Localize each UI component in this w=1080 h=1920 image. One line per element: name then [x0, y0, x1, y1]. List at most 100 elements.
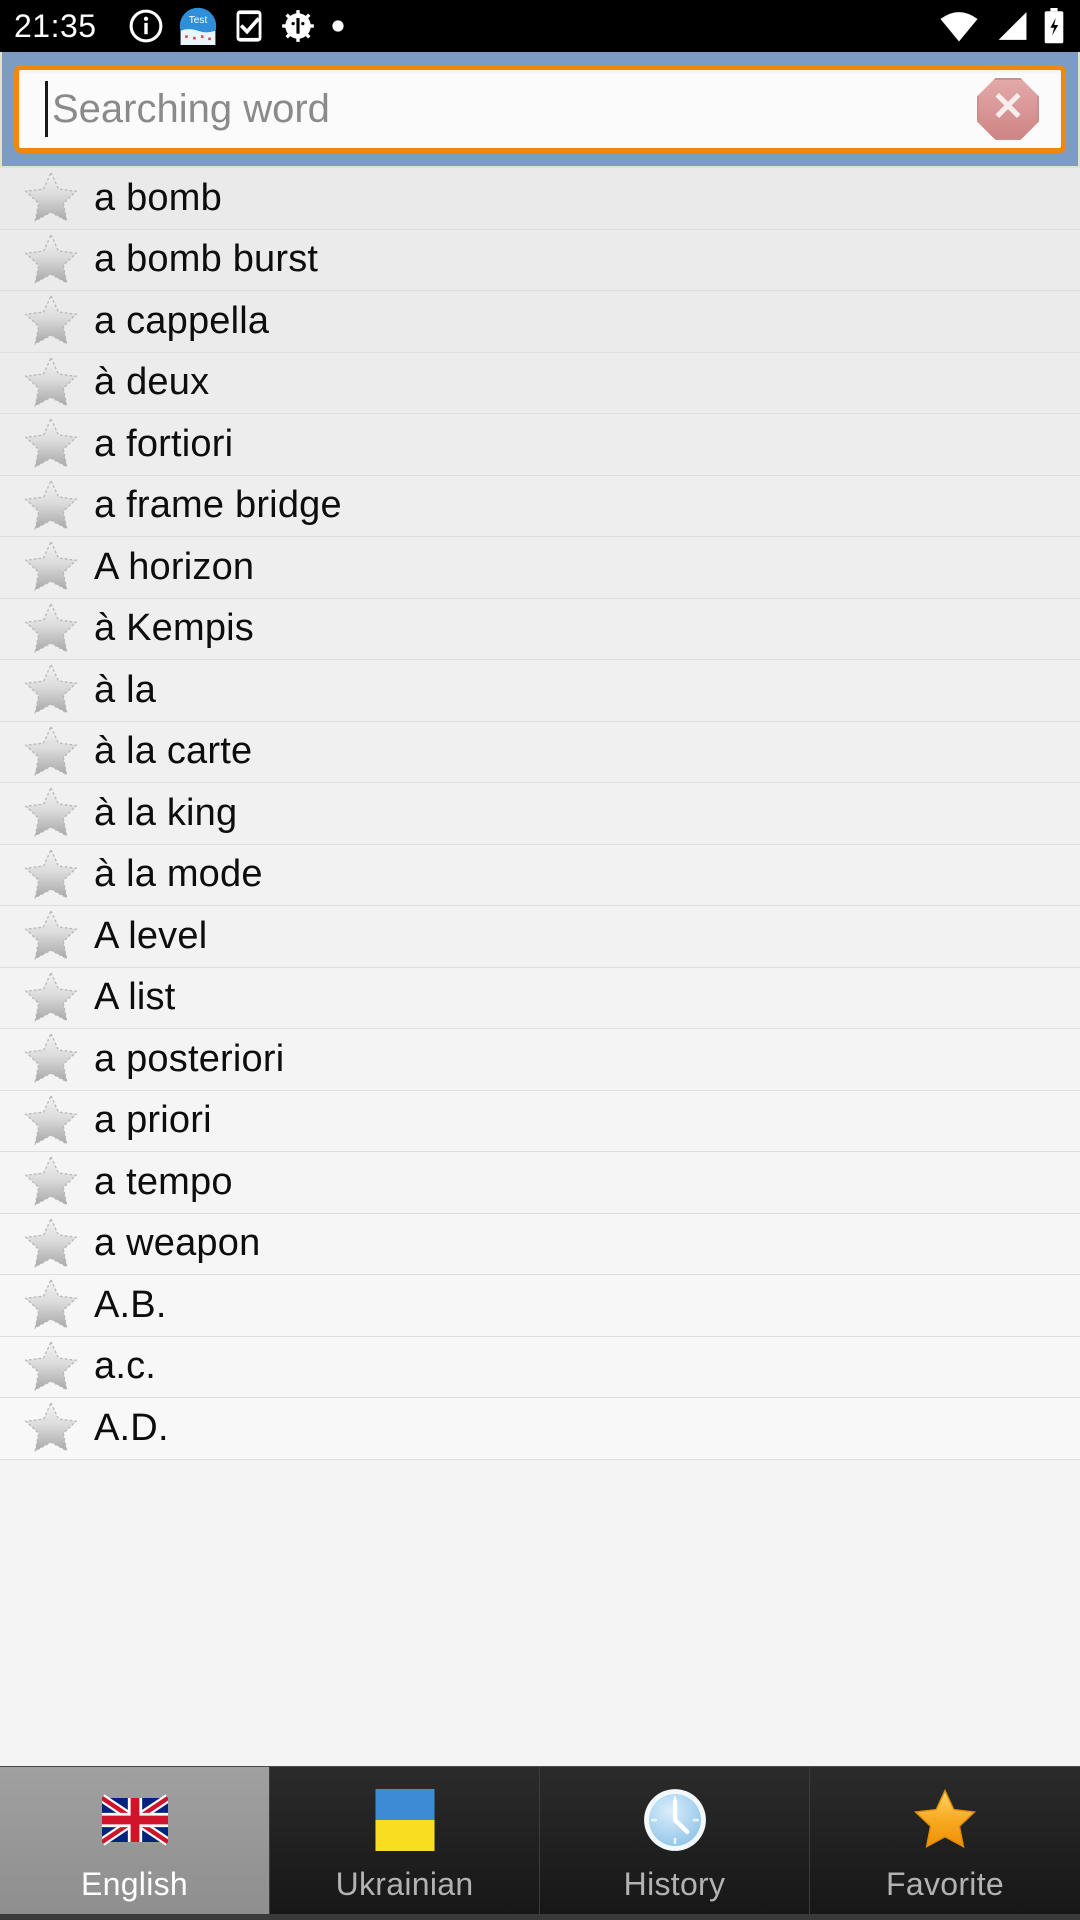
word-list-item[interactable]: A.B. [0, 1275, 1080, 1337]
star-filled-icon [913, 1788, 977, 1848]
star-outline-icon[interactable] [22, 969, 80, 1027]
tab-english[interactable]: English [0, 1767, 270, 1920]
word-list-item[interactable]: A list [0, 967, 1080, 1029]
word-list[interactable]: a bomb a bomb burst a cappella à deux a fort… [0, 168, 1080, 1766]
word-label: a fortiori [94, 422, 234, 465]
ukraine-flag-icon [369, 1784, 441, 1856]
tab-ukrainian[interactable]: Ukrainian [270, 1767, 540, 1920]
word-label: a weapon [94, 1222, 261, 1265]
tab-history[interactable]: History [540, 1767, 810, 1920]
bottom-tab-bar: English Ukrainian History Favorite [0, 1766, 1080, 1920]
star-outline-icon[interactable] [22, 907, 80, 965]
word-label: à deux [94, 361, 210, 404]
word-label: a.c. [94, 1345, 157, 1388]
cellular-signal-icon [992, 9, 1030, 43]
uk-flag-icon [99, 1784, 171, 1856]
test-app-icon: Test [179, 7, 217, 45]
clock-icon [639, 1784, 711, 1856]
word-list-item[interactable]: a.c. [0, 1336, 1080, 1398]
word-list-item[interactable]: à la [0, 660, 1080, 722]
navigation-bar-hint [0, 1914, 1080, 1920]
star-outline-icon[interactable] [22, 1153, 80, 1211]
word-list-item[interactable]: A horizon [0, 537, 1080, 599]
clear-octagon-icon: ✕ [977, 78, 1039, 140]
phone-check-icon [233, 9, 265, 43]
word-label: A list [94, 976, 176, 1019]
word-list-item[interactable]: a bomb burst [0, 229, 1080, 291]
dot-icon [331, 19, 345, 33]
word-list-item[interactable]: a posteriori [0, 1029, 1080, 1091]
word-label: a tempo [94, 1160, 233, 1203]
clock-icon [643, 1789, 706, 1851]
word-list-item[interactable]: a fortiori [0, 414, 1080, 476]
star-outline-icon[interactable] [22, 846, 80, 904]
word-list-item[interactable]: a weapon [0, 1213, 1080, 1275]
word-list-item[interactable]: A level [0, 906, 1080, 968]
tab-label: Favorite [886, 1866, 1004, 1902]
status-bar-left: 21:35 Test [14, 7, 345, 45]
word-list-item[interactable]: a tempo [0, 1152, 1080, 1214]
word-list-item[interactable]: a frame bridge [0, 475, 1080, 537]
star-outline-icon[interactable] [22, 292, 80, 350]
word-label: a posteriori [94, 1037, 285, 1080]
word-list-item[interactable]: a cappella [0, 291, 1080, 353]
word-label: à la [94, 668, 157, 711]
word-list-item[interactable]: a bomb [0, 168, 1080, 230]
star-outline-icon[interactable] [22, 354, 80, 412]
star-outline-icon[interactable] [22, 1092, 80, 1150]
clear-x-glyph: ✕ [991, 85, 1025, 129]
star-outline-icon[interactable] [22, 1030, 80, 1088]
star-outline-icon[interactable] [22, 415, 80, 473]
star-outline-icon[interactable] [22, 231, 80, 289]
word-list-item[interactable]: à la carte [0, 721, 1080, 783]
word-list-item[interactable]: a priori [0, 1090, 1080, 1152]
word-list-item[interactable]: à la mode [0, 844, 1080, 906]
word-label: a frame bridge [94, 484, 342, 527]
word-list-item[interactable]: à Kempis [0, 598, 1080, 660]
star-outline-icon[interactable] [22, 1338, 80, 1396]
star-outline-icon[interactable] [22, 784, 80, 842]
star-outline-icon[interactable] [22, 723, 80, 781]
star-outline-icon[interactable] [22, 600, 80, 658]
word-label: à la king [94, 791, 238, 834]
star-outline-icon[interactable] [22, 477, 80, 535]
info-circle-icon [129, 9, 163, 43]
app-root: 21:35 Test Searching word ✕ a bomb a bom… [0, 0, 1080, 1920]
status-bar: 21:35 Test [0, 0, 1080, 52]
star-outline-icon[interactable] [22, 1215, 80, 1273]
svg-text:Test: Test [188, 15, 207, 26]
star-outline-icon[interactable] [22, 538, 80, 596]
word-label: a bomb burst [94, 238, 319, 281]
word-label: A.B. [94, 1283, 167, 1326]
word-list-item[interactable]: A.D. [0, 1398, 1080, 1460]
word-label: à la carte [94, 730, 253, 773]
clear-search-button[interactable]: ✕ [977, 78, 1039, 140]
uk-flag-icon [101, 1794, 168, 1846]
word-label: A horizon [94, 545, 255, 588]
tab-label: History [623, 1866, 726, 1902]
battery-charging-icon [1042, 8, 1066, 44]
word-list-item[interactable]: à la king [0, 783, 1080, 845]
star-filled-icon [909, 1784, 981, 1856]
word-list-item[interactable]: à deux [0, 352, 1080, 414]
status-bar-clock: 21:35 [14, 7, 97, 44]
tab-label: Ukrainian [335, 1866, 474, 1902]
search-box[interactable]: ✕ [14, 65, 1066, 153]
word-label: a priori [94, 1099, 212, 1142]
word-label: A.D. [94, 1406, 169, 1449]
word-label: à la mode [94, 853, 263, 896]
word-label: à Kempis [94, 607, 255, 650]
tab-favorite[interactable]: Favorite [810, 1767, 1080, 1920]
word-label: a bomb [94, 176, 222, 219]
search-input[interactable] [48, 70, 977, 148]
star-outline-icon[interactable] [22, 169, 80, 227]
ukraine-flag-icon [374, 1789, 435, 1851]
search-panel: ✕ [0, 52, 1080, 168]
wifi-icon [938, 9, 980, 43]
word-label: a cappella [94, 299, 270, 342]
word-label: A level [94, 914, 208, 957]
star-outline-icon[interactable] [22, 661, 80, 719]
star-outline-icon[interactable] [22, 1276, 80, 1334]
status-bar-right [938, 8, 1066, 44]
star-outline-icon[interactable] [22, 1399, 80, 1457]
